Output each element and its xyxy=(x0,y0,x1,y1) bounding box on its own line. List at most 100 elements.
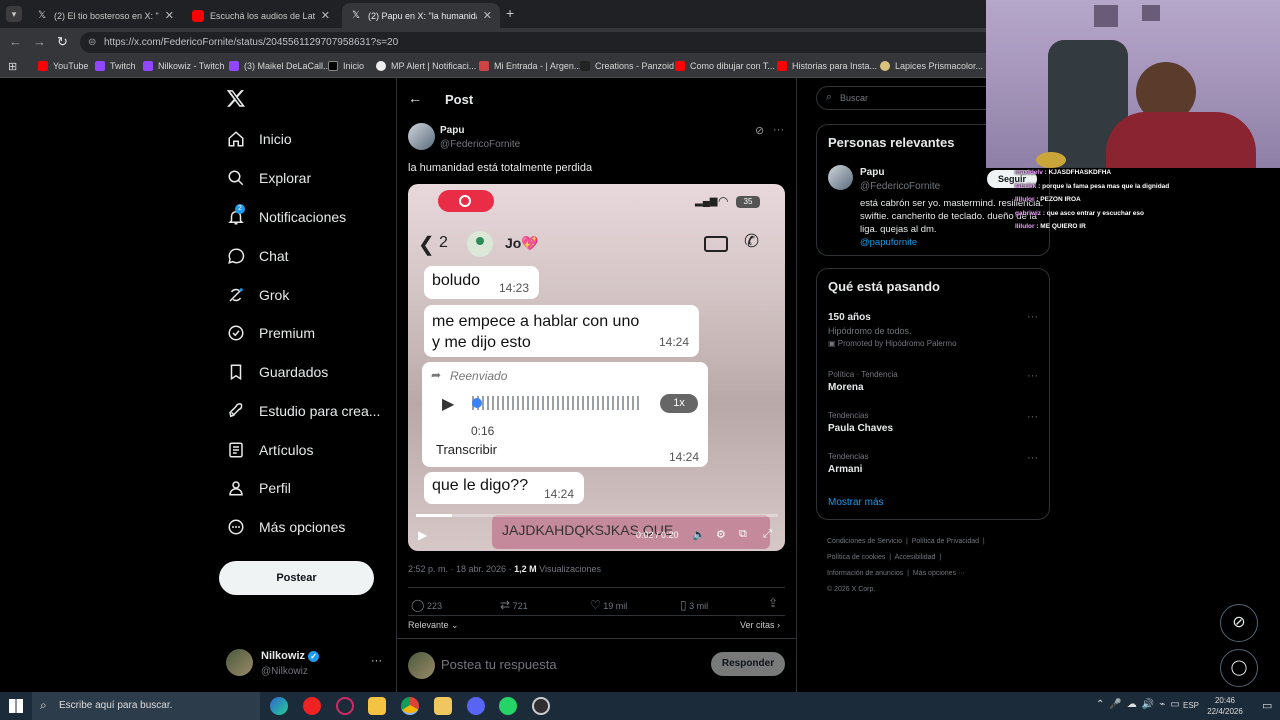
new-tab-icon[interactable]: + xyxy=(506,5,514,21)
browser-tab-2[interactable]: Escuchá los audios de Latorre c ✕ xyxy=(184,3,338,28)
reload-icon[interactable]: ↻ xyxy=(57,34,68,50)
trend-more-icon[interactable]: ··· xyxy=(1027,452,1038,464)
trend-more-icon[interactable]: ··· xyxy=(1027,411,1038,423)
trend-item[interactable]: Política · Tendencia Morena xyxy=(828,370,1038,393)
footer-link[interactable]: Política de cookies xyxy=(827,554,885,561)
reply-button[interactable]: Responder xyxy=(711,652,785,676)
chat-back-icon: ❮ xyxy=(418,234,435,256)
windows-start-icon[interactable] xyxy=(9,699,23,713)
person-avatar[interactable] xyxy=(828,165,853,190)
sidebar-item-notificaciones[interactable]: 2 Notificaciones xyxy=(227,202,346,232)
volume-icon[interactable]: 🔈 xyxy=(692,528,706,541)
bookmark-panzoid[interactable]: Creations - Panzoid xyxy=(580,61,674,71)
footer-link[interactable]: Accesibilidad xyxy=(895,554,936,561)
trend-item[interactable]: Tendencias Armani xyxy=(828,452,1038,475)
bookmark-mi-entrada[interactable]: Mi Entrada - | Argen... xyxy=(479,61,581,71)
trend-item[interactable]: 150 años Hipódromo de todos. ▣ Promoted … xyxy=(828,312,1038,348)
bookmark-youtube[interactable]: YouTube xyxy=(38,61,88,71)
share-icon[interactable]: ⇪ xyxy=(768,596,778,610)
forward-icon[interactable]: → xyxy=(33,34,46,49)
youtube-icon xyxy=(675,61,685,71)
trend-title: Paula Chaves xyxy=(828,423,894,434)
footer-link[interactable]: Política de Privacidad xyxy=(912,538,979,545)
person-name[interactable]: Papu xyxy=(860,167,884,178)
post-more-icon[interactable]: ··· xyxy=(773,124,784,136)
tab-search-icon[interactable]: ▾ xyxy=(6,6,22,22)
edge-icon[interactable] xyxy=(270,697,288,715)
footer-link[interactable]: Información de anuncios xyxy=(827,570,903,577)
browser-tab-3[interactable]: 𝕏 (2) Papu en X: "la humanidad es ✕ xyxy=(342,3,500,28)
clock[interactable]: 20:46 22/4/2026 xyxy=(1200,695,1250,717)
sidebar-item-perfil[interactable]: Perfil xyxy=(227,473,291,503)
sort-dropdown[interactable]: Relevante ⌄ xyxy=(408,620,459,631)
bookmark-nilkowiz-twitch[interactable]: Nilkowiz - Twitch xyxy=(143,61,224,71)
close-tab-icon[interactable]: ✕ xyxy=(321,9,330,22)
post-video[interactable]: ▂▄▆ ◠ 35 ❮ 2 Jo💖 ✆ boludo 14:23 me empec… xyxy=(408,184,785,551)
sidebar-item-estudio[interactable]: Estudio para crea... xyxy=(227,396,380,426)
pip-icon[interactable]: ⧉ xyxy=(739,528,747,541)
discord-icon[interactable] xyxy=(467,697,485,715)
messages-float-button[interactable]: ◯ xyxy=(1220,649,1258,687)
trend-more-icon[interactable]: ··· xyxy=(1027,311,1038,323)
x-logo-icon[interactable] xyxy=(226,88,248,110)
reply-input[interactable]: Postea tu respuesta xyxy=(441,657,557,672)
footer-link[interactable]: Más opciones ··· xyxy=(913,570,965,577)
sidebar-item-premium[interactable]: Premium xyxy=(227,318,315,348)
sidebar-item-articulos[interactable]: Artículos xyxy=(227,435,313,465)
file-explorer-icon[interactable] xyxy=(434,697,452,715)
sidebar-item-inicio[interactable]: Inicio xyxy=(227,124,292,154)
apps-icon[interactable]: ⊞ xyxy=(8,60,17,73)
opera-gx-icon[interactable] xyxy=(336,697,354,715)
whatsapp-icon[interactable] xyxy=(499,697,517,715)
repost-action[interactable]: ⇄ 721 xyxy=(500,598,528,612)
reply-action[interactable]: ◯ 223 xyxy=(411,598,442,612)
show-more-link[interactable]: Mostrar más xyxy=(828,497,884,508)
like-action[interactable]: ♡ 19 mil xyxy=(590,598,627,612)
bookmark-maikel[interactable]: (3) Maikel DeLaCall... xyxy=(229,61,331,71)
more-icon[interactable]: ··· xyxy=(371,655,382,667)
video-progress-track[interactable] xyxy=(416,514,778,517)
language-indicator[interactable]: ESP xyxy=(1183,701,1199,710)
trend-item[interactable]: Tendencias Paula Chaves xyxy=(828,411,1038,434)
video-play-icon[interactable]: ▶ xyxy=(418,528,427,542)
bookmark-mp-alert[interactable]: MP Alert | Notificaci... xyxy=(376,61,476,71)
store-icon[interactable] xyxy=(368,697,386,715)
account-switcher[interactable]: Nilkowiz ✓ @Nilkowiz ··· xyxy=(226,649,386,681)
footer-link[interactable]: Condiciones de Servicio xyxy=(827,538,902,545)
person-link[interactable]: @papufornite xyxy=(860,237,917,248)
close-tab-icon[interactable]: ✕ xyxy=(483,9,492,22)
close-tab-icon[interactable]: ✕ xyxy=(165,9,174,22)
sidebar-item-mas-opciones[interactable]: Más opciones xyxy=(227,512,345,542)
bookmark-historias[interactable]: Historias para Insta... xyxy=(777,61,877,71)
bookmark-inicio[interactable]: Inicio xyxy=(328,61,364,71)
grok-float-button[interactable]: ⊘ xyxy=(1220,604,1258,642)
bookmark-lapices[interactable]: Lapices Prismacolor... xyxy=(880,61,983,71)
person-handle[interactable]: @FedericoFornite xyxy=(860,181,940,192)
settings-icon[interactable]: ⚙ xyxy=(716,528,726,541)
browser-tab-1[interactable]: 𝕏 (2) El tio bosteroso en X: "Me de ✕ xyxy=(28,3,182,28)
author-handle[interactable]: @FedericoFornite xyxy=(440,139,520,150)
notifications-icon[interactable]: ▭ xyxy=(1262,699,1272,712)
fullscreen-icon[interactable]: ⤢ xyxy=(763,528,772,541)
bookmark-dibujar[interactable]: Como dibujar con T... xyxy=(675,61,775,71)
tray-icons[interactable]: ⌃🎤☁🔊⌁▭ xyxy=(1096,699,1185,710)
opera-icon[interactable] xyxy=(303,697,321,715)
chrome-icon[interactable] xyxy=(401,697,419,715)
sidebar-item-chat[interactable]: Chat xyxy=(227,241,289,271)
author-name[interactable]: Papu xyxy=(440,125,464,136)
post-button[interactable]: Postear xyxy=(219,561,374,595)
bookmark-action[interactable]: ▯ 3 mil xyxy=(680,598,708,612)
trend-more-icon[interactable]: ··· xyxy=(1027,370,1038,382)
address-bar[interactable]: ⊜ https://x.com/FedericoFornite/status/2… xyxy=(80,32,1000,53)
back-arrow-icon[interactable]: ← xyxy=(408,90,422,106)
author-avatar[interactable] xyxy=(408,123,435,150)
taskbar-search[interactable]: ⌕ Escribe aquí para buscar. xyxy=(32,692,260,720)
sidebar-item-explorar[interactable]: Explorar xyxy=(227,163,311,193)
bookmark-twitch[interactable]: Twitch xyxy=(95,61,136,71)
sidebar-item-grok[interactable]: Grok xyxy=(227,280,289,310)
obs-icon[interactable] xyxy=(532,697,550,715)
grok-icon[interactable]: ⊘ xyxy=(755,124,764,137)
view-quotes-link[interactable]: Ver citas › xyxy=(740,620,780,630)
sidebar-item-guardados[interactable]: Guardados xyxy=(227,357,328,387)
back-icon[interactable]: ← xyxy=(9,34,22,49)
